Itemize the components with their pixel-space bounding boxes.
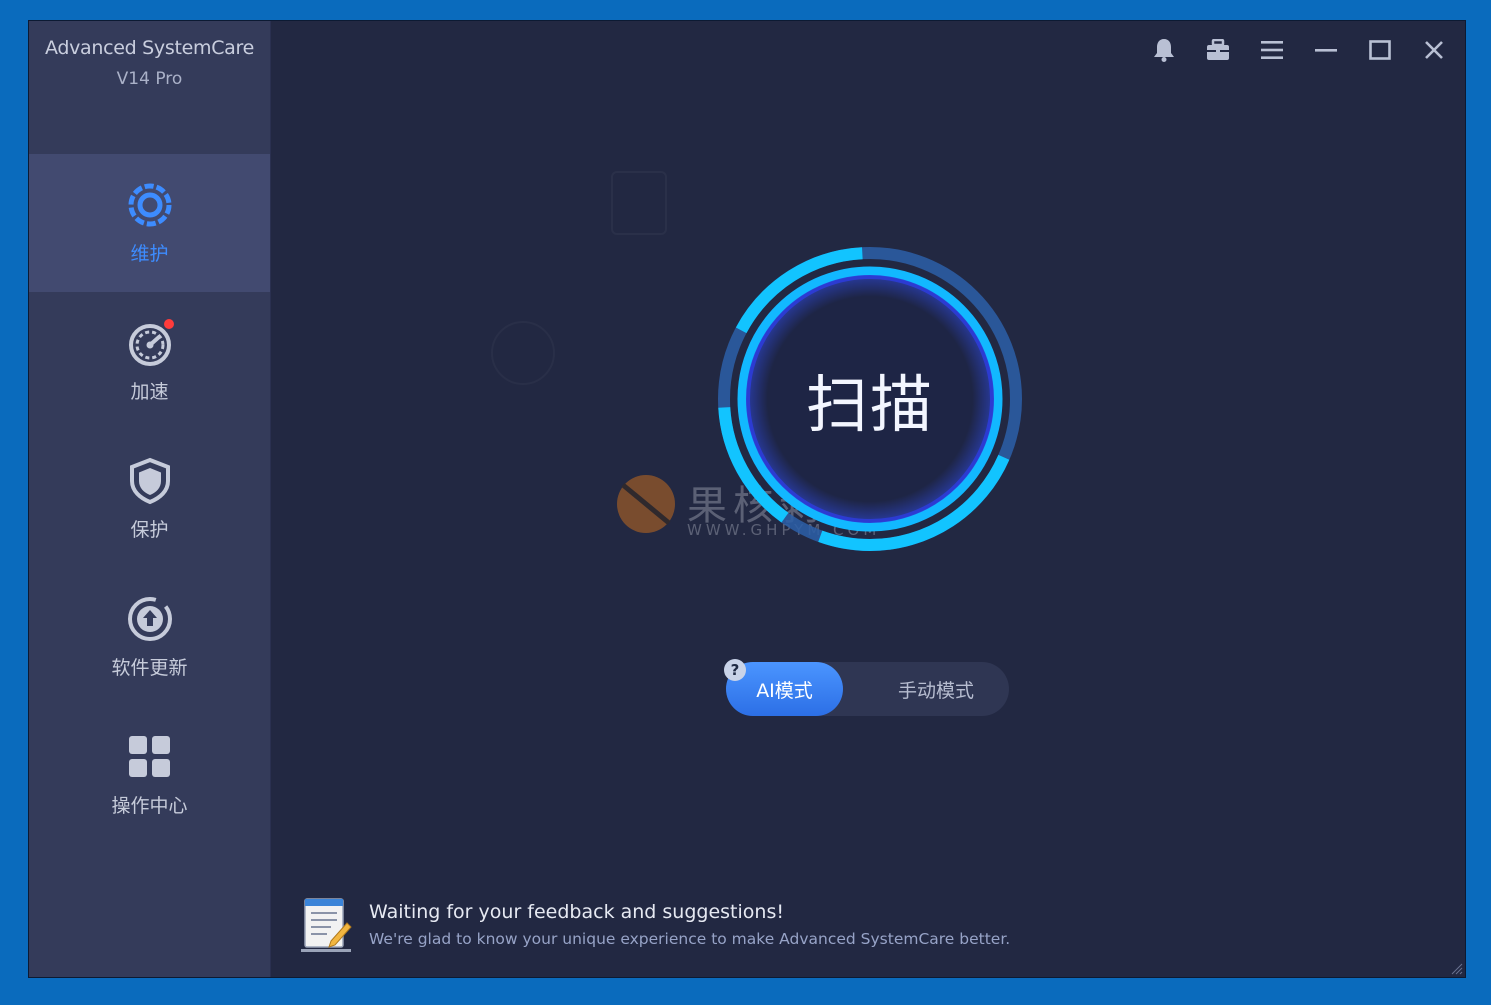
- bell-icon[interactable]: [1147, 35, 1181, 65]
- shield-icon: [126, 457, 174, 505]
- feedback-notepad-icon: [301, 898, 352, 952]
- help-icon[interactable]: ?: [724, 659, 746, 681]
- maintenance-icon: [126, 181, 174, 229]
- manual-mode-button[interactable]: 手动模式: [876, 662, 996, 716]
- scan-button[interactable]: 扫描: [712, 241, 1028, 557]
- watermark-logo: [617, 475, 675, 533]
- sidebar-item-speedup[interactable]: 加速: [29, 292, 270, 430]
- sidebar-item-label: 维护: [130, 242, 169, 265]
- mode-toggle[interactable]: AI模式 手动模式 ?: [724, 659, 1009, 716]
- sidebar-item-maintenance[interactable]: 维护: [29, 154, 270, 292]
- feedback-banner[interactable]: Waiting for your feedback and suggestion…: [301, 895, 1061, 957]
- window-controls: [1147, 35, 1451, 65]
- notification-badge: [163, 318, 174, 329]
- sidebar-item-label: 加速: [130, 380, 169, 403]
- brand: Advanced SystemCare V14 Pro: [29, 21, 270, 153]
- sidebar-item-label: 软件更新: [111, 656, 188, 679]
- feedback-title: Waiting for your feedback and suggestion…: [369, 901, 784, 923]
- app-window: Advanced SystemCare V14 Pro 维护 加速 保护 软件更…: [28, 20, 1466, 978]
- software-update-icon: [126, 595, 174, 643]
- background-decoration: [611, 171, 667, 235]
- sidebar-item-label: 保护: [130, 518, 169, 541]
- speedometer-icon: [126, 318, 174, 367]
- sidebar-item-protect[interactable]: 保护: [29, 430, 270, 568]
- maximize-icon[interactable]: [1363, 35, 1397, 65]
- background-decoration: [491, 321, 555, 385]
- minimize-icon[interactable]: [1309, 35, 1343, 65]
- app-version: V14 Pro: [116, 69, 183, 89]
- main-panel: 果核剥壳 WWW.GHPYM.COM 扫描 AI模式 手动模式 ? Waitin…: [271, 21, 1465, 977]
- resize-grip-icon[interactable]: [1449, 961, 1463, 975]
- feedback-subtitle: We're glad to know your unique experienc…: [369, 930, 1011, 948]
- app-name: Advanced SystemCare: [44, 37, 255, 59]
- action-center-grid-icon: [126, 733, 174, 781]
- sidebar-item-action-center[interactable]: 操作中心: [29, 706, 270, 844]
- close-icon[interactable]: [1417, 35, 1451, 65]
- scan-label: 扫描: [805, 368, 934, 441]
- toolbox-icon[interactable]: [1201, 35, 1235, 65]
- menu-icon[interactable]: [1255, 35, 1289, 65]
- sidebar: Advanced SystemCare V14 Pro 维护 加速 保护 软件更…: [29, 21, 271, 977]
- sidebar-item-software-update[interactable]: 软件更新: [29, 568, 270, 706]
- sidebar-item-label: 操作中心: [111, 794, 188, 817]
